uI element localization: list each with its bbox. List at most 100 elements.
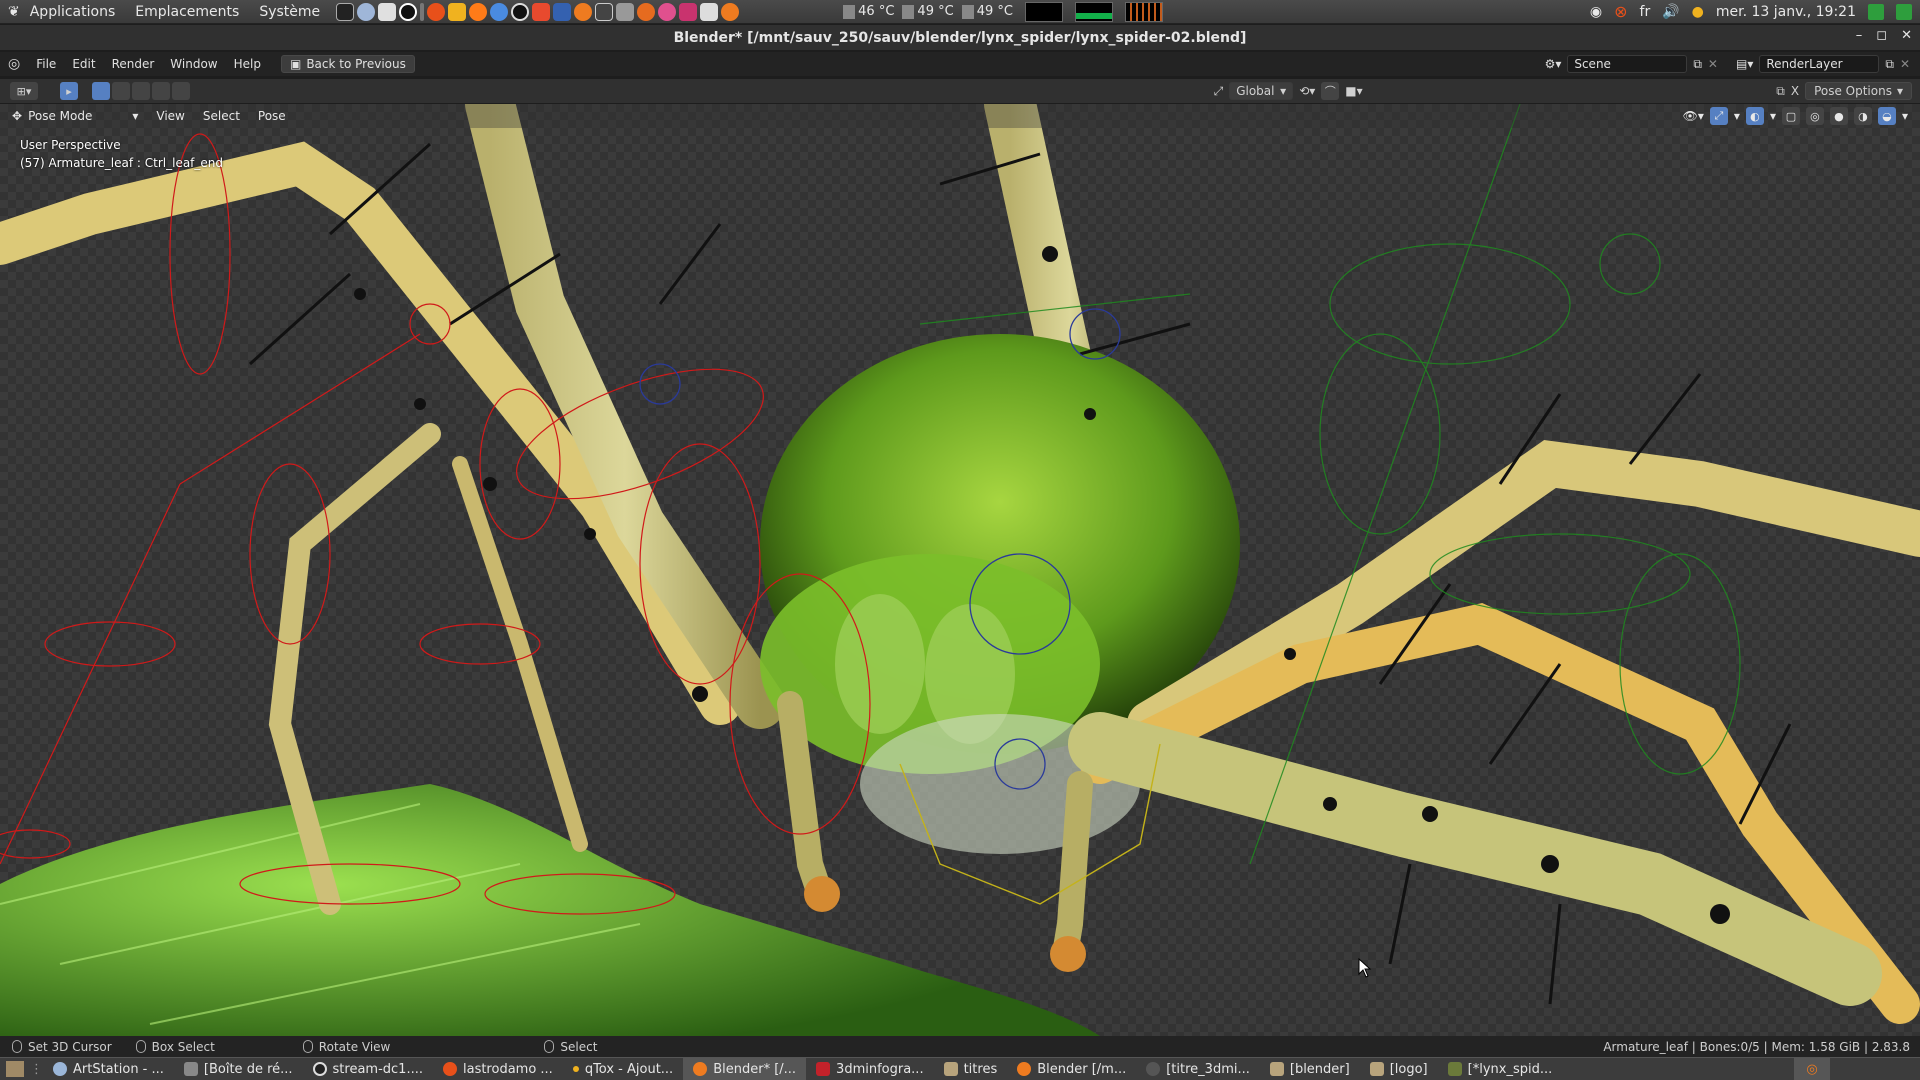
tray-ubuntu-icon[interactable]: ⊗ — [1614, 2, 1627, 21]
app-launcher-3-icon[interactable] — [532, 2, 551, 21]
menu-select[interactable]: Select — [203, 109, 240, 123]
session-icon[interactable] — [1896, 3, 1912, 20]
mouse-left-icon — [12, 1040, 22, 1053]
scene-field[interactable]: Scene — [1567, 55, 1688, 73]
menu-edit[interactable]: Edit — [64, 57, 103, 71]
minimize-icon[interactable]: – — [1856, 28, 1863, 43]
task-item[interactable]: [titre_3dmi... — [1136, 1058, 1260, 1080]
terminal-icon[interactable] — [336, 2, 355, 21]
mode-subtract-icon[interactable] — [132, 82, 150, 100]
app-launcher-4-icon[interactable] — [553, 2, 572, 21]
visibility-icon[interactable]: 👁▾ — [1683, 109, 1704, 123]
3d-viewport[interactable]: User Perspective (57) Armature_leaf : Ct… — [0, 104, 1920, 1036]
task-item[interactable]: Blender [/m... — [1007, 1058, 1136, 1080]
app-launcher-10-icon[interactable] — [700, 2, 719, 21]
orientation-dropdown[interactable]: Global ▾ — [1229, 82, 1294, 100]
mode-selector[interactable]: Pose Mode ▾ — [28, 109, 138, 123]
back-to-previous-button[interactable]: ▣ Back to Previous — [280, 55, 415, 73]
menu-file[interactable]: File — [28, 57, 64, 71]
app-launcher-11-icon[interactable] — [721, 2, 740, 21]
network-graph — [1074, 1, 1113, 22]
menu-help[interactable]: Help — [226, 57, 269, 71]
close-icon[interactable]: ✕ — [1901, 28, 1912, 43]
text-editor-icon[interactable] — [399, 2, 418, 21]
task-item[interactable]: qTox - Ajout... — [563, 1058, 683, 1080]
blender-launcher-icon[interactable] — [574, 2, 593, 21]
xray-icon[interactable]: ▢ — [1781, 107, 1800, 125]
task-item[interactable]: [*lynx_spid... — [1438, 1058, 1563, 1080]
firefox-icon[interactable] — [469, 2, 488, 21]
menu-render[interactable]: Render — [104, 57, 163, 71]
menu-view[interactable]: View — [156, 109, 184, 123]
task-item[interactable]: titres — [934, 1058, 1008, 1080]
delete-scene-icon[interactable]: ✕ — [1708, 57, 1718, 71]
task-item[interactable]: [Boîte de ré... — [174, 1058, 303, 1080]
new-scene-icon[interactable]: ⧉ — [1693, 57, 1702, 72]
tray-blender-icon[interactable]: ◎ — [1794, 1057, 1830, 1080]
battery-icon[interactable]: ● — [1692, 4, 1704, 20]
scene-selector-icon[interactable]: ⚙▾ — [1545, 57, 1562, 71]
update-icon[interactable] — [1868, 3, 1884, 20]
mode-invert-icon[interactable] — [152, 82, 170, 100]
pivot-point-icon[interactable]: ⟲▾ — [1299, 84, 1315, 98]
render-layer-field[interactable]: RenderLayer — [1759, 55, 1880, 73]
volume-icon[interactable]: 🔊 — [1662, 4, 1679, 20]
clock[interactable]: mer. 13 janv., 19:21 — [1716, 4, 1856, 20]
shading-solid-icon[interactable]: ● — [1829, 107, 1848, 125]
gizmo-dropdown-icon[interactable]: ▾ — [1734, 109, 1740, 123]
chevron-down-icon: ▾ — [1896, 84, 1903, 98]
task-item[interactable]: [logo] — [1360, 1058, 1438, 1080]
menu-places[interactable]: Emplacements — [125, 4, 249, 20]
snap-target-icon[interactable]: ■▾ — [1345, 84, 1362, 98]
snap-icon[interactable]: ⌒ — [1321, 82, 1340, 100]
app-launcher-9-icon[interactable] — [679, 2, 698, 21]
overlays-dropdown-icon[interactable]: ▾ — [1770, 109, 1776, 123]
menu-pose[interactable]: Pose — [258, 109, 286, 123]
task-item[interactable]: [blender] — [1260, 1058, 1360, 1080]
delete-view-layer-icon[interactable]: ✕ — [1900, 57, 1910, 71]
shading-dropdown-icon[interactable]: ▾ — [1902, 109, 1908, 123]
gizmo-icon[interactable]: ⤢ — [1709, 107, 1728, 125]
files-icon[interactable] — [378, 2, 397, 21]
shading-wireframe-icon[interactable]: ◎ — [1805, 107, 1824, 125]
app-launcher-6-icon[interactable] — [616, 2, 635, 21]
task-item[interactable]: stream-dc1.... — [303, 1058, 433, 1080]
app-launcher-1-icon[interactable] — [427, 2, 446, 21]
menu-applications[interactable]: Applications — [20, 4, 126, 20]
mode-new-icon[interactable] — [92, 82, 110, 100]
pose-xmirror-icon[interactable]: ⧉ — [1776, 84, 1785, 99]
blender-logo-icon[interactable]: ◎ — [0, 56, 28, 72]
maximize-icon[interactable]: ◻ — [1876, 28, 1887, 43]
tray-app-icon[interactable]: ◉ — [1590, 4, 1602, 20]
inkscape-icon[interactable] — [511, 2, 530, 21]
menu-system[interactable]: Système — [249, 4, 330, 20]
app-launcher-2-icon[interactable] — [448, 2, 467, 21]
new-view-layer-icon[interactable]: ⧉ — [1885, 57, 1894, 72]
mode-extend-icon[interactable] — [112, 82, 130, 100]
window-titlebar[interactable]: Blender* [/mnt/sauv_250/sauv/blender/lyn… — [0, 25, 1920, 50]
editor-type-icon[interactable]: ⊞▾ — [10, 82, 38, 100]
app-launcher-7-icon[interactable] — [637, 2, 656, 21]
pose-options-dropdown[interactable]: Pose Options ▾ — [1805, 82, 1912, 100]
chromium-icon[interactable] — [490, 2, 509, 21]
app-launcher-5-icon[interactable] — [595, 2, 614, 21]
task-item-active[interactable]: Blender* [/... — [683, 1057, 807, 1080]
task-item[interactable]: ArtStation - ... — [43, 1058, 174, 1080]
select-tool-icon[interactable]: ▸ — [60, 82, 78, 100]
task-item[interactable]: lastrodamo ... — [433, 1058, 563, 1080]
view-layer-icon[interactable]: ▤▾ — [1736, 57, 1753, 71]
shading-rendered-icon[interactable]: ◒ — [1877, 107, 1896, 125]
shading-material-icon[interactable]: ◑ — [1853, 107, 1872, 125]
overlays-icon[interactable]: ◐ — [1745, 107, 1764, 125]
view-perspective-label[interactable]: User Perspective — [20, 138, 121, 152]
app-launcher-8-icon[interactable] — [658, 2, 677, 21]
show-desktop-icon[interactable] — [6, 1061, 24, 1077]
mode-intersect-icon[interactable] — [172, 82, 190, 100]
system-menu-icon[interactable]: ❦ — [8, 4, 20, 20]
orientation-value: Global — [1236, 84, 1275, 98]
keyboard-layout[interactable]: fr — [1640, 4, 1651, 20]
pose-x-icon[interactable]: X — [1791, 84, 1799, 98]
task-item[interactable]: 3dminfogra... — [806, 1058, 934, 1080]
browser-icon[interactable] — [357, 2, 376, 21]
menu-window[interactable]: Window — [162, 57, 225, 71]
